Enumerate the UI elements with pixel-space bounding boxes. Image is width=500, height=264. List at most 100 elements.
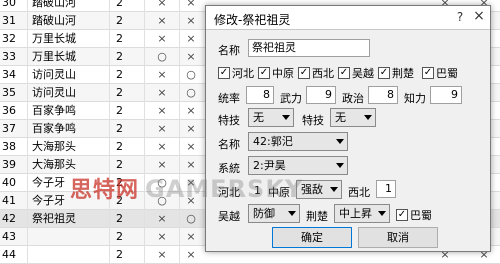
table-cell-name: 百家争鸣 bbox=[28, 102, 110, 120]
name2-label: 名称 bbox=[218, 138, 240, 151]
table-cell-name: 大海那头 bbox=[28, 138, 110, 156]
ok-button[interactable]: 确定 bbox=[272, 227, 352, 248]
region-checkbox-label: 西北 bbox=[312, 67, 334, 80]
skill-label: 特技 bbox=[218, 114, 240, 127]
table-cell-id: 44 bbox=[0, 246, 28, 264]
help-icon[interactable]: ? bbox=[452, 9, 468, 25]
watermark-en: GAMERSKY bbox=[145, 175, 304, 203]
table-cell-name bbox=[28, 228, 110, 246]
table-cell-b: × bbox=[186, 104, 196, 117]
name-label: 名称 bbox=[218, 44, 240, 57]
table-cell-a: × bbox=[145, 210, 180, 228]
lead-input[interactable]: 8 bbox=[246, 86, 274, 104]
war-input[interactable]: 9 bbox=[306, 86, 336, 104]
table-cell-a: × bbox=[145, 12, 180, 30]
skill2-value: 无 bbox=[335, 111, 346, 124]
xibei-label: 西北 bbox=[348, 186, 370, 199]
watermark-logo: 思特网 GAMERSKY bbox=[70, 172, 304, 203]
skill1-select[interactable]: 无 bbox=[248, 108, 294, 127]
table-cell-b: ○ bbox=[186, 68, 196, 81]
region-checkbox[interactable]: ✓ 中原 bbox=[258, 65, 294, 80]
table-cell-id: 35 bbox=[0, 84, 28, 102]
table-cell-num: 2 bbox=[110, 66, 145, 84]
name2-select[interactable]: 42:郭汜 bbox=[248, 132, 348, 151]
table-cell-name bbox=[28, 246, 110, 264]
table-cell-name: 踏破山河 bbox=[28, 0, 110, 12]
checkbox-icon: ✓ bbox=[218, 67, 230, 79]
table-cell-a: × bbox=[145, 102, 180, 120]
region-checkbox[interactable]: ✓ 巴蜀 bbox=[422, 65, 458, 80]
region-checkbox[interactable]: ✓ 西北 bbox=[298, 65, 334, 80]
chevron-down-icon bbox=[336, 139, 344, 144]
bashu-checkbox[interactable]: ✓ 巴蜀 bbox=[396, 207, 432, 222]
table-cell-id: 41 bbox=[0, 192, 28, 210]
table-cell-a: × bbox=[145, 138, 180, 156]
close-icon[interactable]: × bbox=[471, 9, 487, 25]
table-cell-id: 33 bbox=[0, 48, 28, 66]
table-cell-id: 36 bbox=[0, 102, 28, 120]
checkbox-icon: ✓ bbox=[422, 67, 434, 79]
bashu-checkbox-label: 巴蜀 bbox=[410, 209, 432, 222]
region-checkbox-label: 巴蜀 bbox=[436, 67, 458, 80]
checkbox-icon: ✓ bbox=[378, 67, 390, 79]
jingchu-select[interactable]: 中上昇 bbox=[334, 204, 390, 223]
table-cell-b: × bbox=[186, 0, 196, 9]
war-label: 武力 bbox=[280, 92, 302, 105]
name-input[interactable]: 祭祀祖灵 bbox=[248, 39, 370, 57]
table-cell-id: 39 bbox=[0, 156, 28, 174]
table-cell-num: 2 bbox=[110, 30, 145, 48]
table-cell-num: 2 bbox=[110, 210, 145, 228]
region-checkbox-label: 吴越 bbox=[352, 67, 374, 80]
table-cell-id: 37 bbox=[0, 120, 28, 138]
table-cell-name: 祭祀祖灵 bbox=[28, 210, 110, 228]
lead-label: 统率 bbox=[218, 92, 240, 105]
checkbox-icon: ✓ bbox=[338, 67, 350, 79]
table-cell-id: 34 bbox=[0, 66, 28, 84]
table-cell-a: × bbox=[145, 0, 180, 12]
region-checkbox[interactable]: ✓ 吴越 bbox=[338, 65, 374, 80]
table-cell-b: ○ bbox=[186, 212, 196, 225]
table-cell-id: 38 bbox=[0, 138, 28, 156]
table-cell-num: 2 bbox=[110, 228, 145, 246]
edit-dialog: 修改-祭祀祖灵 ? × 名称 祭祀祖灵 ✓ 河北 ✓ 中原 ✓ 西北 ✓ 吴越 ✓ 荆楚 ✓ 巴蜀 统… bbox=[205, 5, 491, 252]
wuyue-select[interactable]: 防御 bbox=[248, 204, 300, 223]
table-cell-a: × bbox=[145, 246, 180, 264]
region-checkbox-label: 河北 bbox=[232, 67, 254, 80]
xibei-input[interactable]: 1 bbox=[376, 180, 396, 198]
region-checkbox[interactable]: ✓ 河北 bbox=[218, 65, 254, 80]
table-cell-id: 32 bbox=[0, 30, 28, 48]
table-cell-name: 万里长城 bbox=[28, 30, 110, 48]
table-cell-num: 2 bbox=[110, 48, 145, 66]
table-cell-num: 2 bbox=[110, 84, 145, 102]
region-checkbox[interactable]: ✓ 荆楚 bbox=[378, 65, 414, 80]
int-label: 知力 bbox=[404, 92, 426, 105]
region-checkbox-label: 中原 bbox=[272, 67, 294, 80]
table-cell-b: × bbox=[186, 14, 196, 27]
table-cell-b: × bbox=[186, 122, 196, 135]
table-cell-b: × bbox=[186, 230, 196, 243]
table-cell-id: 31 bbox=[0, 12, 28, 30]
skill1-value: 无 bbox=[253, 111, 264, 124]
table-cell-id: 42 bbox=[0, 210, 28, 228]
pol-input[interactable]: 8 bbox=[368, 86, 398, 104]
table-cell-name: 百家争鸣 bbox=[28, 120, 110, 138]
region-checkbox-label: 荆楚 bbox=[392, 67, 414, 80]
table-cell-b: × bbox=[186, 248, 196, 261]
cancel-button[interactable]: 取消 bbox=[358, 227, 438, 248]
jingchu-label: 荆楚 bbox=[306, 210, 328, 223]
int-input[interactable]: 9 bbox=[430, 86, 462, 104]
table-cell-b: × bbox=[186, 50, 196, 63]
table-cell-a: × bbox=[145, 84, 180, 102]
table-cell-name: 踏破山河 bbox=[28, 12, 110, 30]
dialog-title: 修改-祭祀祖灵 bbox=[214, 13, 291, 27]
table-cell-num: 2 bbox=[110, 0, 145, 12]
table-cell-num: 2 bbox=[110, 246, 145, 264]
chevron-down-icon bbox=[378, 211, 386, 216]
skill2-select[interactable]: 无 bbox=[330, 108, 376, 127]
table-cell-a: ○ bbox=[145, 48, 180, 66]
wuyue-label: 吴越 bbox=[218, 210, 240, 223]
chevron-down-icon bbox=[364, 115, 372, 120]
chevron-down-icon bbox=[336, 163, 344, 168]
checkbox-icon: ✓ bbox=[298, 67, 310, 79]
table-cell-id: 30 bbox=[0, 0, 28, 12]
